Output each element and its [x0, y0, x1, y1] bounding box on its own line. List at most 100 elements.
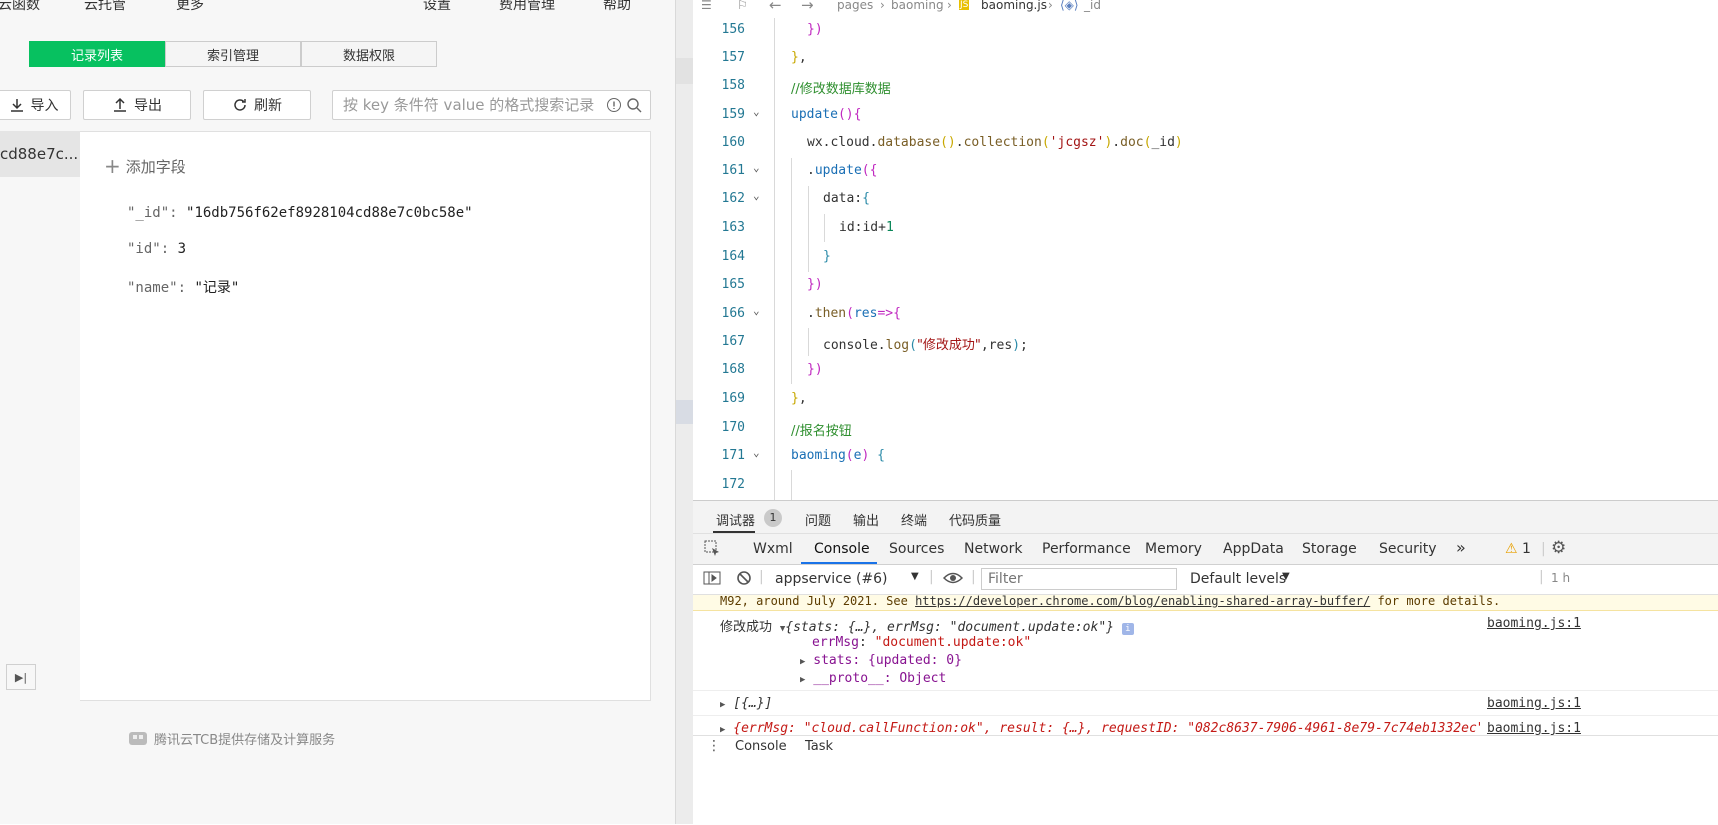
expand-triangle-icon: ▶: [720, 700, 726, 710]
dropdown-arrow-icon: ▼: [911, 571, 919, 582]
back-arrow-icon[interactable]: ←: [769, 0, 782, 14]
plus-icon: +: [104, 154, 121, 178]
tab-index-management[interactable]: 索引管理: [165, 41, 301, 67]
nav-help[interactable]: 帮助: [603, 0, 631, 14]
code-line: 164}: [721, 249, 831, 264]
breadcrumb-item[interactable]: baoming.js: [981, 0, 1047, 12]
fold-chevron-icon[interactable]: ⌄: [753, 304, 760, 317]
console-log-entry[interactable]: 修改成功 ▼{stats: {…}, errMsg: "document.upd…: [720, 616, 1134, 635]
nav-billing[interactable]: 费用管理: [499, 0, 555, 14]
inspect-element-icon[interactable]: [703, 539, 721, 561]
tab-memory[interactable]: Memory: [1145, 541, 1202, 557]
code-line: 163 id:id+1: [721, 220, 894, 235]
last-page-button[interactable]: ▶|: [6, 664, 36, 690]
tab-problems[interactable]: 问题: [805, 510, 831, 529]
import-button[interactable]: 导入: [0, 90, 71, 120]
nav-cloud-hosting[interactable]: 云托管: [84, 0, 126, 14]
info-icon[interactable]: [606, 97, 622, 113]
record-item-selected[interactable]: cd88e7c...: [0, 131, 80, 177]
add-field-button[interactable]: + 添加字段: [104, 154, 186, 178]
console-toolbar: | appservice (#6) ▼ | | Default levels ▼…: [693, 565, 1718, 595]
search-input[interactable]: [333, 91, 613, 119]
info-icon[interactable]: i: [1121, 623, 1134, 635]
breadcrumb-item[interactable]: pages: [837, 0, 873, 12]
outline-icon[interactable]: ☰: [701, 0, 712, 12]
nav-more[interactable]: 更多: [176, 0, 204, 14]
tab-appdata[interactable]: AppData: [1223, 541, 1284, 557]
export-button[interactable]: 导出: [83, 90, 191, 120]
source-link[interactable]: baoming.js:1: [1487, 696, 1581, 711]
import-icon: [10, 99, 23, 112]
clear-console-icon[interactable]: [736, 570, 752, 590]
refresh-button[interactable]: 刷新: [203, 90, 311, 120]
filter-input[interactable]: [981, 568, 1177, 590]
console-drawer: ⋮ Console Task: [693, 735, 1718, 825]
chevron-right-icon: ›: [880, 0, 885, 12]
nav-cloud-functions[interactable]: 云函数: [0, 0, 40, 14]
warning-link[interactable]: https://developer.chrome.com/blog/enabli…: [915, 595, 1370, 608]
nav-settings[interactable]: 设置: [423, 0, 451, 14]
divider: |: [971, 569, 976, 585]
forward-arrow-icon[interactable]: →: [801, 0, 814, 14]
fold-chevron-icon[interactable]: ⌄: [753, 189, 760, 202]
tab-performance[interactable]: Performance: [1042, 541, 1131, 557]
tab-terminal[interactable]: 终端: [901, 510, 927, 529]
console-prop[interactable]: ▶ stats: {updated: 0}: [800, 653, 962, 668]
more-tabs-icon[interactable]: »: [1456, 538, 1466, 557]
field-row[interactable]: "name": "记录": [127, 277, 239, 297]
warning-count[interactable]: 1: [1522, 541, 1531, 557]
record-list: [0, 131, 81, 701]
tab-debugger[interactable]: 调试器: [716, 510, 755, 529]
debug-panel-tabs: 调试器 1 问题 输出 终端 代码质量: [693, 501, 1718, 533]
breadcrumb-item[interactable]: baoming: [891, 0, 944, 12]
tab-code-quality[interactable]: 代码质量: [949, 510, 1001, 529]
chevron-right-icon: ›: [1048, 0, 1053, 12]
source-link[interactable]: baoming.js:1: [1487, 616, 1581, 631]
expand-triangle-icon: ▶: [800, 675, 806, 685]
drawer-tab-console[interactable]: Console: [735, 739, 787, 754]
tab-record-list[interactable]: 记录列表: [29, 41, 165, 67]
field-row[interactable]: "_id": "16db756f62ef8928104cd88e7c0bc58e…: [127, 205, 473, 221]
tab-console[interactable]: Console: [814, 541, 870, 557]
fold-chevron-icon[interactable]: ⌄: [753, 105, 760, 118]
code-line: 168}): [721, 362, 823, 377]
console-prop[interactable]: ▶ __proto__: Object: [800, 671, 946, 686]
skip-end-icon: ▶|: [14, 670, 28, 684]
settings-gear-icon[interactable]: ⚙: [1551, 538, 1566, 558]
divider: |: [929, 569, 934, 585]
bookmark-icon[interactable]: ⚐: [737, 0, 748, 12]
console-prop: errMsg: "document.update:ok": [812, 635, 1032, 650]
console-log-entry[interactable]: ▶ {errMsg: "cloud.callFunction:ok", resu…: [720, 721, 1480, 736]
drawer-tab-task[interactable]: Task: [805, 739, 833, 754]
tab-wxml[interactable]: Wxml: [753, 541, 793, 557]
log-levels-select[interactable]: Default levels: [1190, 571, 1286, 587]
active-tab-underline: [801, 562, 877, 564]
fold-chevron-icon[interactable]: ⌄: [753, 161, 760, 174]
tab-security[interactable]: Security: [1379, 541, 1437, 557]
fold-chevron-icon[interactable]: ⌄: [753, 446, 760, 459]
drawer-menu-icon[interactable]: ⋮: [707, 738, 721, 754]
tab-sources[interactable]: Sources: [889, 541, 944, 557]
search-icon[interactable]: [626, 97, 642, 113]
sidebar-toggle-icon[interactable]: [703, 570, 721, 590]
tab-network[interactable]: Network: [964, 541, 1022, 557]
divider: |: [1541, 541, 1546, 557]
expand-triangle-icon: ▶: [800, 657, 806, 667]
eye-icon[interactable]: [942, 571, 964, 589]
breadcrumb-item[interactable]: _id: [1084, 0, 1101, 12]
context-select[interactable]: appservice (#6): [775, 571, 888, 587]
code-line: 158//修改数据库数据: [721, 78, 891, 97]
issue-count-badge: 1: [764, 509, 782, 527]
field-row[interactable]: "id": 3: [127, 241, 186, 257]
export-icon: [114, 97, 126, 112]
tab-data-permissions[interactable]: 数据权限: [301, 41, 437, 67]
tab-output[interactable]: 输出: [853, 510, 879, 529]
splitter-marker: [676, 58, 693, 84]
tab-storage[interactable]: Storage: [1302, 541, 1357, 557]
source-link[interactable]: baoming.js:1: [1487, 721, 1581, 736]
devtools-tabs: Wxml Console Sources Network Performance…: [693, 533, 1718, 565]
console-log-entry[interactable]: ▶ [{…}]: [720, 696, 772, 711]
top-nav: 云函数 云托管 更多 设置 费用管理 帮助: [0, 0, 675, 18]
divider: [693, 715, 1718, 716]
code-line: 161 ⌄ .update({: [721, 161, 878, 178]
